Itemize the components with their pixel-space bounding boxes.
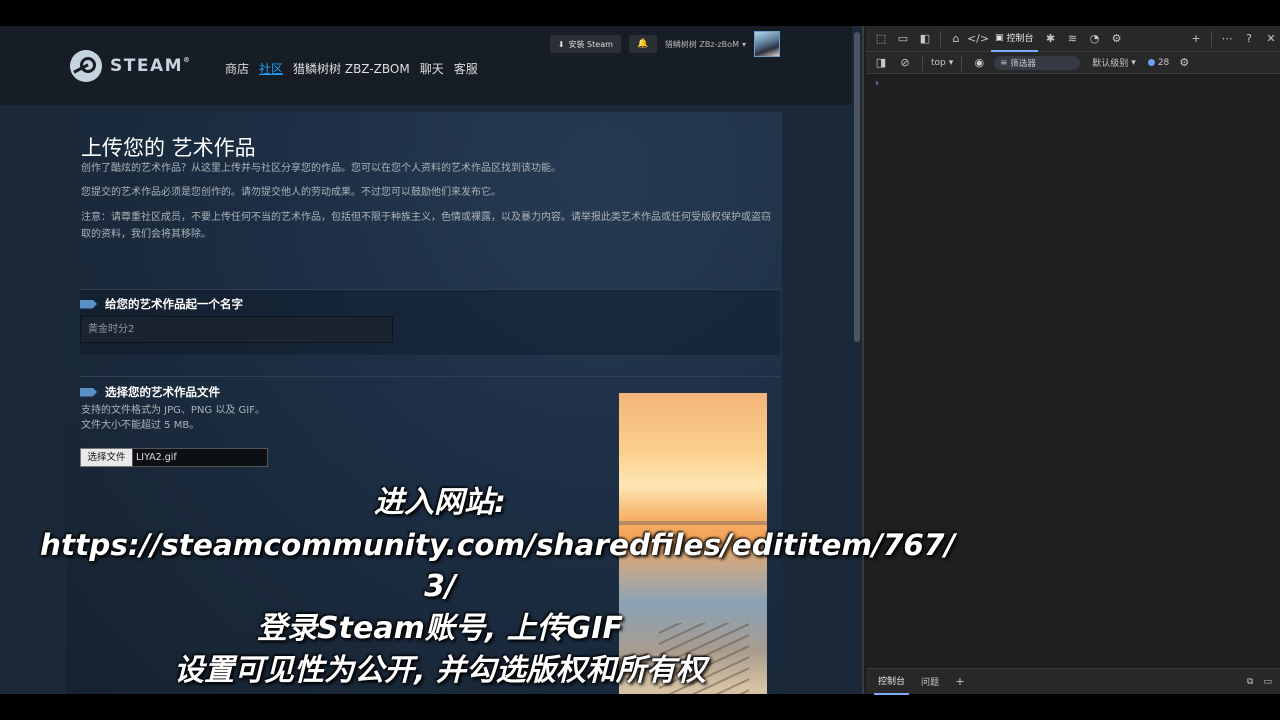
chevron-down-icon: ▾ [741,39,746,49]
issues-count: 28 [1157,57,1170,68]
caption-line-3: 3/ [424,569,456,604]
notifications-button[interactable]: 🔔 [628,35,657,53]
steam-logo-icon [70,50,102,82]
devtools-panel: ⬚ ▭ ◧ ⌂ </> ▣ 控制台 ✱ ≋ ◔ ⚙ + ⋯ ? ✕ ◨ ⊘ to… [866,26,1280,695]
top-actions: ⬇ 安装 Steam 🔔 猎鳞树树 ZBz-zBoM ▾ [549,31,780,57]
context-value: top [931,57,946,68]
settings-gear-icon[interactable]: ⚙ [1108,30,1126,48]
eye-icon[interactable]: ◉ [970,54,988,72]
page-title: 上传您的 艺术作品 [81,136,256,160]
caption-line-5: 设置可见性为公开, 并勾选版权和所有权 [174,653,706,688]
help-icon[interactable]: ? [1240,30,1258,48]
log-levels-label: 默认级别 [1092,59,1129,69]
install-steam-label: 安装 Steam [568,39,613,49]
title-input[interactable]: 黄金时分2 [80,316,393,343]
network-icon[interactable]: ≋ [1064,30,1082,48]
console-icon: ▣ [995,32,1004,43]
file-section-header: 选择您的艺术作品文件 [80,384,220,400]
issue-icon [1147,59,1155,66]
console-prompt-icon[interactable]: › [875,78,879,89]
console-settings-gear-icon[interactable]: ⚙ [1175,54,1193,72]
account-menu[interactable]: 猎鳞树树 ZBz-zBoM ▾ [665,39,746,50]
device-icon[interactable]: ▭ [894,30,912,48]
filter-input[interactable]: ≡ 筛选器 [994,55,1081,70]
download-icon: ⬇ [557,39,565,49]
divider [80,376,780,377]
page-scrollbar[interactable] [852,26,862,694]
account-name: 猎鳞树树 ZBz-zBoM [664,39,739,49]
separator [922,54,923,71]
filter-icon: ≡ [1000,57,1008,68]
more-icon[interactable]: ⋯ [1218,30,1236,48]
chevron-down-icon: ▾ [1131,57,1136,68]
intro-text: 创作了酷炫的艺术作品？从这里上传并与社区分享您的作品。您可以在您个人资料的艺术作… [81,163,561,174]
bug-icon[interactable]: ✱ [1042,30,1060,48]
elements-icon[interactable]: </> [967,30,989,48]
separator [1211,30,1212,47]
main-nav: 商店 社区 猎鳞树树 ZBZ-ZBOM 聊天 客服 [225,60,478,77]
divider [80,289,780,290]
nav-community[interactable]: 社区 [259,60,283,77]
add-tab-icon[interactable]: + [1187,30,1205,48]
log-levels-select[interactable]: 默认级别 ▾ [1092,56,1136,70]
install-steam-button[interactable]: ⬇ 安装 Steam [549,35,621,53]
steam-header: STEAM® 商店 社区 猎鳞树树 ZBZ-ZBOM 聊天 客服 ⬇ 安装 St… [0,26,852,105]
nav-support[interactable]: 客服 [454,60,478,77]
nav-chat[interactable]: 聊天 [420,60,444,77]
scrollbar-thumb[interactable] [854,32,860,342]
caption-line-2: https://steamcommunity.com/sharedfiles/e… [40,528,956,562]
home-icon[interactable]: ⌂ [947,30,965,48]
avatar[interactable] [754,31,780,57]
chevron-down-icon: ▾ [948,57,954,68]
file-section-title: 选择您的艺术作品文件 [105,385,220,399]
nav-store[interactable]: 商店 [225,60,249,77]
performance-icon[interactable]: ◔ [1086,30,1104,48]
rule-text-1: 您提交的艺术作品必须是您创作的。请勿提交他人的劳动成果。不过您可以鼓励他们来发布… [81,187,501,198]
video-caption: 进入网站: https://steamcommunity.com/sharedf… [40,482,956,692]
context-select[interactable]: top ▾ [931,58,953,68]
rule-text-2: 注意：请尊重社区成员，不要上传任何不当的艺术作品，包括但不限于种族主义，色情或裸… [81,212,771,240]
steam-logo[interactable]: STEAM® [70,50,192,82]
close-icon[interactable]: ✕ [1262,30,1280,48]
name-section-header: 给您的艺术作品起一个名字 [80,296,243,312]
inspect-icon[interactable]: ⬚ [872,30,890,48]
dock-drawer-icon[interactable]: ⧉ [1247,677,1253,687]
choose-file-button[interactable]: 选择文件 [80,448,133,467]
devtools-toolbar: ⬚ ▭ ◧ ⌂ </> ▣ 控制台 ✱ ≋ ◔ ⚙ + ⋯ ? ✕ [866,26,1280,52]
section-arrow-icon [80,387,97,397]
name-section-title: 给您的艺术作品起一个名字 [105,297,243,311]
console-toolbar: ◨ ⊘ top ▾ ◉ ≡ 筛选器 默认级别 ▾ 28 ⚙ [866,52,1280,74]
tab-console-label: 控制台 [1006,34,1034,44]
separator [940,30,941,47]
caption-line-1: 进入网站: [374,485,506,520]
drawer-tab-console[interactable]: 控制台 [874,669,910,695]
bell-icon: 🔔 [637,39,649,49]
nav-profile[interactable]: 猎鳞树树 ZBZ-ZBOM [293,60,410,77]
add-drawer-tab-icon[interactable]: + [951,673,969,691]
section-arrow-icon [80,299,97,309]
collapse-drawer-icon[interactable]: ▭ [1263,677,1272,687]
clear-icon[interactable]: ⊘ [896,54,914,72]
file-name-field: LIYA2.gif [132,448,268,467]
drawer-tab-issues[interactable]: 问题 [917,669,943,695]
caption-line-4: 登录Steam账号, 上传GIF [257,611,623,646]
steam-logo-text: STEAM [110,56,184,76]
drawer-tabs: 控制台 问题 + ⧉ ▭ [866,668,1280,695]
issues-counter[interactable]: 28 [1147,57,1170,68]
filter-placeholder: 筛选器 [1010,58,1036,69]
sidebar-icon[interactable]: ◨ [872,54,890,72]
separator [961,54,963,71]
dock-icon[interactable]: ◧ [916,30,934,48]
screen: STEAM® 商店 社区 猎鳞树树 ZBZ-ZBOM 聊天 客服 ⬇ 安装 St… [0,26,1280,695]
tab-console[interactable]: ▣ 控制台 [991,26,1038,52]
